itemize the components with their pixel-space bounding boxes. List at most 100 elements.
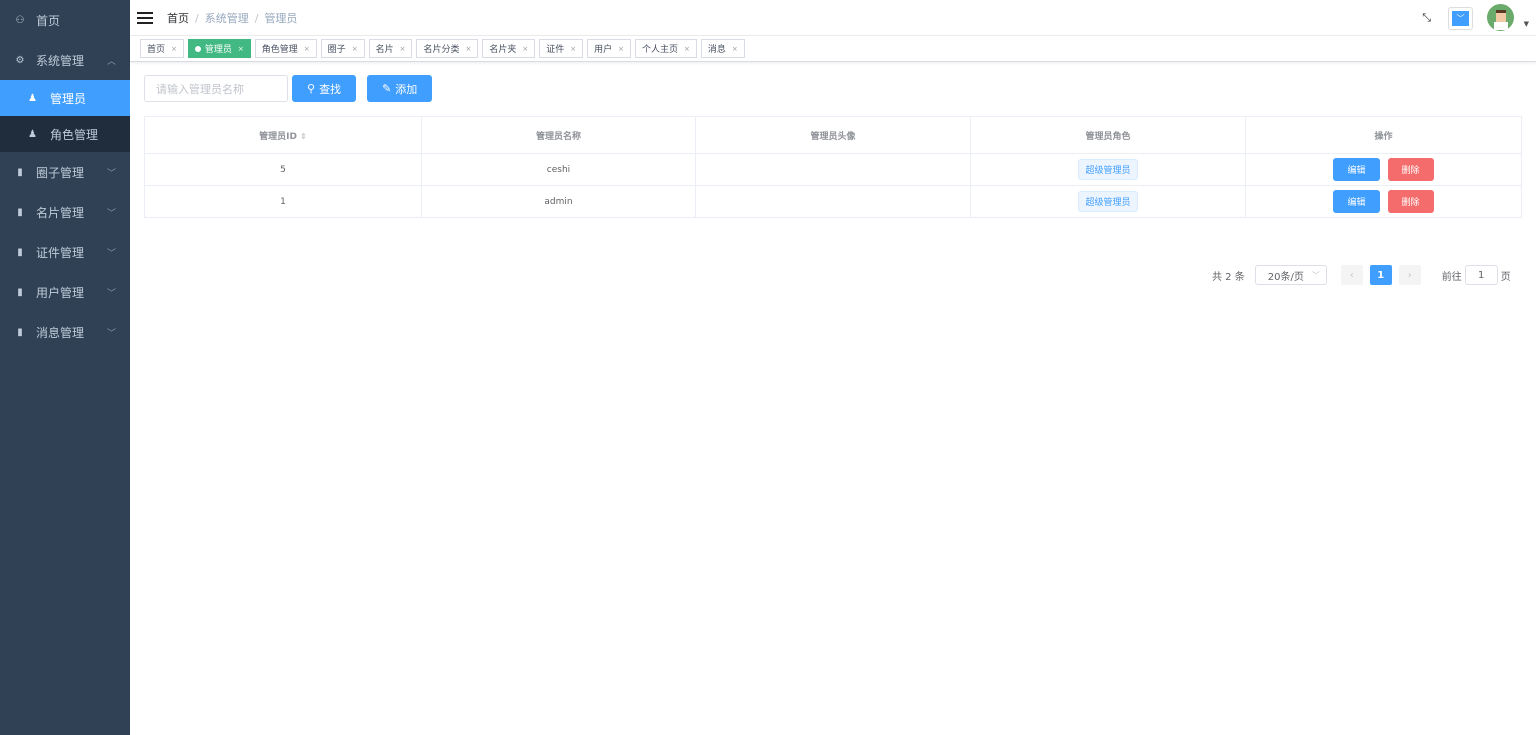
book-icon: ▮ xyxy=(17,246,23,258)
hamburger-icon[interactable] xyxy=(137,9,153,27)
chevron-down-icon: ﹀ xyxy=(106,328,116,339)
tag-card[interactable]: 名片 × xyxy=(368,39,413,58)
total-count: 共 2 条 xyxy=(1212,271,1245,283)
close-icon[interactable]: × xyxy=(732,45,738,53)
table-header: 管理员ID ⇕ 管理员名称 管理员头像 管理员角色 操作 xyxy=(144,116,1522,154)
table-row: 1 admin 超级管理员 编辑 删除 xyxy=(144,185,1522,218)
avatar[interactable] xyxy=(1487,4,1514,31)
add-button[interactable]: ✎ 添加 xyxy=(367,75,433,102)
role-tag: 超级管理员 xyxy=(1078,159,1138,180)
gear-icon: ⚙ xyxy=(15,54,25,66)
sidebar: ⚇ 首页 ⚙ 系统管理 ︿ ♟ 管理员 ♟ 角色管理 ▮ 圈子管理 ﹀ ▮ 名片管理 ﹀ ▮ 证件管… xyxy=(0,0,130,735)
tag-cert[interactable]: 证件 × xyxy=(539,39,584,58)
role-tag: 超级管理员 xyxy=(1078,191,1138,212)
close-icon[interactable]: × xyxy=(238,45,244,53)
fullscreen-icon[interactable]: ⤡ xyxy=(1422,11,1431,25)
sidebar-item-roles[interactable]: ♟ 角色管理 xyxy=(0,116,130,152)
breadcrumb-system: 系统管理 xyxy=(204,11,249,25)
tag-roles[interactable]: 角色管理 × xyxy=(254,39,317,58)
edit-icon: ✎ xyxy=(382,82,392,95)
cell-id: 5 xyxy=(144,153,422,186)
caret-down-icon[interactable]: ▼ xyxy=(1524,20,1529,28)
sidebar-item-card[interactable]: ▮ 名片管理 ﹀ xyxy=(0,192,130,232)
sort-icon[interactable]: ⇕ xyxy=(300,132,307,141)
close-icon[interactable]: × xyxy=(352,45,358,53)
close-icon[interactable]: × xyxy=(465,45,471,53)
cell-actions: 编辑 删除 xyxy=(1245,185,1522,218)
close-icon[interactable]: × xyxy=(570,45,576,53)
tag-card-category[interactable]: 名片分类 × xyxy=(416,39,479,58)
book-icon: ▮ xyxy=(17,206,23,218)
sidebar-item-message[interactable]: ▮ 消息管理 ﹀ xyxy=(0,312,130,352)
tags-view: 首页 × 管理员 × 角色管理 × 圈子 × 名片 × 名片分类 × 名片夹 × 证件 × 用户… xyxy=(130,36,1536,62)
cell-name: admin xyxy=(421,185,696,218)
pagination: 共 2 条 20条/页 ﹀ ‹ 1 › 前往 1 页 xyxy=(1212,265,1511,285)
book-icon: ▮ xyxy=(17,326,23,338)
sidebar-item-home[interactable]: ⚇ 首页 xyxy=(0,0,130,40)
close-icon[interactable]: × xyxy=(618,45,624,53)
col-id[interactable]: 管理员ID ⇕ xyxy=(144,116,422,154)
tag-admin[interactable]: 管理员 × xyxy=(187,39,251,58)
cell-avatar xyxy=(695,185,971,218)
chevron-down-icon: ﹀ xyxy=(106,248,116,259)
page-unit-label: 页 xyxy=(1500,271,1511,283)
chevron-down-icon: ﹀ xyxy=(106,208,116,219)
cell-role: 超级管理员 xyxy=(970,185,1246,218)
tag-message[interactable]: 消息 × xyxy=(700,39,745,58)
close-icon[interactable]: × xyxy=(522,45,528,53)
tag-circle[interactable]: 圈子 × xyxy=(320,39,365,58)
book-icon: ▮ xyxy=(17,166,23,178)
close-icon[interactable]: × xyxy=(400,45,406,53)
close-icon[interactable]: × xyxy=(684,45,690,53)
tag-user[interactable]: 用户 × xyxy=(587,39,632,58)
close-icon[interactable]: × xyxy=(171,45,177,53)
cell-id: 1 xyxy=(144,185,422,218)
user-icon: ♟ xyxy=(28,92,37,104)
tag-profile[interactable]: 个人主页 × xyxy=(635,39,697,58)
breadcrumb-current: 管理员 xyxy=(264,11,298,25)
table-row: 5 ceshi 超级管理员 编辑 删除 xyxy=(144,153,1522,186)
toolbar: 请输入管理员名称 ⚲ 查找 ✎ 添加 xyxy=(144,75,433,102)
col-actions: 操作 xyxy=(1245,116,1522,154)
chevron-up-icon: ︿ xyxy=(106,56,116,67)
sidebar-item-cert[interactable]: ▮ 证件管理 ﹀ xyxy=(0,232,130,272)
breadcrumb: 首页 / 系统管理 / 管理员 xyxy=(167,11,298,25)
admin-table: 管理员ID ⇕ 管理员名称 管理员头像 管理员角色 操作 5 ceshi 超级管… xyxy=(144,116,1522,218)
cell-actions: 编辑 删除 xyxy=(1245,153,1522,186)
sidebar-item-circle[interactable]: ▮ 圈子管理 ﹀ xyxy=(0,152,130,192)
page-size-select[interactable]: 20条/页 ﹀ xyxy=(1254,265,1327,285)
cell-role: 超级管理员 xyxy=(970,153,1246,186)
header: 首页 / 系统管理 / 管理员 ⤡ ﹀ ▼ xyxy=(130,0,1536,36)
dashboard-icon: ⚇ xyxy=(15,14,25,26)
chevron-down-icon: ﹀ xyxy=(1452,11,1469,26)
sidebar-item-system[interactable]: ⚙ 系统管理 ︿ xyxy=(0,40,130,80)
search-icon: ⚲ xyxy=(307,82,316,95)
admin-name-input[interactable]: 请输入管理员名称 xyxy=(144,75,288,102)
chevron-down-icon: ﹀ xyxy=(106,288,116,299)
prev-page-button[interactable]: ‹ xyxy=(1340,265,1363,285)
users-icon: ♟ xyxy=(28,128,37,140)
close-icon[interactable]: × xyxy=(304,45,310,53)
goto-page-input[interactable]: 1 xyxy=(1464,265,1498,285)
chevron-down-icon: ﹀ xyxy=(106,168,116,179)
chevron-down-icon: ﹀ xyxy=(1311,270,1320,280)
col-role: 管理员角色 xyxy=(970,116,1246,154)
search-button[interactable]: ⚲ 查找 xyxy=(292,75,357,102)
delete-button[interactable]: 删除 xyxy=(1387,158,1434,181)
col-name: 管理员名称 xyxy=(421,116,696,154)
cell-avatar xyxy=(695,153,971,186)
next-page-button[interactable]: › xyxy=(1398,265,1421,285)
tag-home[interactable]: 首页 × xyxy=(140,39,184,58)
book-icon: ▮ xyxy=(17,286,23,298)
delete-button[interactable]: 删除 xyxy=(1387,190,1434,213)
col-avatar: 管理员头像 xyxy=(695,116,971,154)
edit-button[interactable]: 编辑 xyxy=(1333,190,1380,213)
edit-button[interactable]: 编辑 xyxy=(1333,158,1380,181)
cell-name: ceshi xyxy=(421,153,696,186)
dropdown-button[interactable]: ﹀ xyxy=(1448,7,1473,30)
breadcrumb-home[interactable]: 首页 xyxy=(167,12,189,25)
page-1[interactable]: 1 xyxy=(1369,265,1392,285)
sidebar-item-admin[interactable]: ♟ 管理员 xyxy=(0,80,130,116)
tag-card-holder[interactable]: 名片夹 × xyxy=(482,39,536,58)
sidebar-item-user[interactable]: ▮ 用户管理 ﹀ xyxy=(0,272,130,312)
